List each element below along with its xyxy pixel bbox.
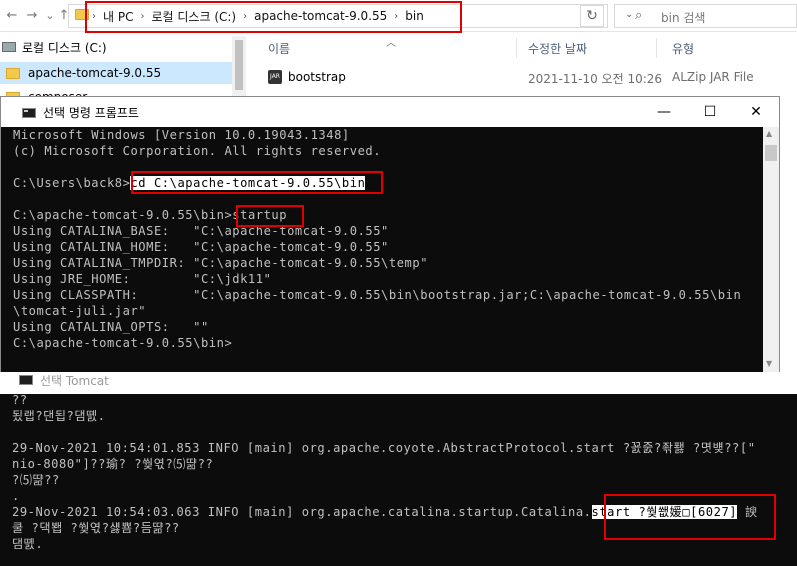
file-explorer-window: ← → ⌄ ↑ › 내 PC › 로컬 디스크 (C:) › apache-to… bbox=[0, 0, 797, 104]
file-modified: 2021-11-10 오전 10:26 bbox=[528, 72, 663, 86]
cmd-prompt: C:\Users\back8> bbox=[13, 176, 131, 190]
cmd-line: Using CATALINA_HOME: "C:\apache-tomcat-9… bbox=[13, 240, 389, 254]
address-highlight-box bbox=[85, 1, 462, 33]
startup-command-highlight-box bbox=[236, 205, 304, 227]
cmd-prompt: C:\apache-tomcat-9.0.55\bin> bbox=[13, 208, 233, 222]
console-icon bbox=[19, 375, 33, 385]
tomcat-line: 됬랩?댄됩?댐똀. bbox=[12, 409, 106, 423]
nav-item-tomcat[interactable]: apache-tomcat-9.0.55 bbox=[0, 62, 232, 84]
scroll-down-icon[interactable]: ▼ bbox=[766, 359, 772, 368]
column-header-name[interactable]: 이름 bbox=[268, 40, 290, 57]
tomcat-line: ?? bbox=[12, 393, 28, 407]
cmd-line: (c) Microsoft Corporation. All rights re… bbox=[13, 144, 382, 158]
cmd-title-bar[interactable]: 선택 명령 프롬프트 — ☐ ✕ bbox=[1, 97, 779, 127]
column-divider[interactable] bbox=[656, 38, 657, 58]
console-icon bbox=[22, 108, 36, 118]
nav-pane-scrollbar[interactable] bbox=[232, 36, 246, 100]
tomcat-log-text: 29-Nov-2021 10:54:03.063 INFO [main] org… bbox=[12, 505, 592, 519]
nav-item-label: 로컬 디스크 (C:) bbox=[22, 40, 107, 55]
nav-item-label: apache-tomcat-9.0.55 bbox=[28, 66, 162, 80]
file-name: bootstrap bbox=[288, 70, 346, 84]
minimize-icon[interactable]: — bbox=[641, 101, 687, 123]
column-header-type[interactable]: 유형 bbox=[672, 40, 694, 57]
search-placeholder: bin 검색 bbox=[661, 11, 706, 25]
address-row: ← → ⌄ ↑ › 내 PC › 로컬 디스크 (C:) › apache-to… bbox=[0, 0, 797, 33]
cmd-line: Using JRE_HOME: "C:\jdk11" bbox=[13, 272, 272, 286]
tomcat-title-bar[interactable]: 선택 Tomcat bbox=[0, 372, 797, 394]
cd-command-highlight-box bbox=[131, 171, 383, 194]
startup-time-highlight-box bbox=[604, 494, 776, 540]
tomcat-line: 29-Nov-2021 10:54:01.853 INFO [main] org… bbox=[12, 441, 756, 455]
column-header-modified[interactable]: 수정한 날짜 bbox=[528, 40, 587, 57]
tomcat-line: ?⑸땲?? bbox=[12, 473, 60, 487]
cmd-window-title: 선택 명령 프롬프트 bbox=[43, 106, 139, 120]
search-icon: ⌕ bbox=[635, 8, 643, 23]
cmd-line: Using CLASSPATH: "C:\apache-tomcat-9.0.5… bbox=[13, 288, 742, 302]
back-arrow-icon[interactable]: ← bbox=[2, 6, 22, 26]
scroll-up-icon[interactable]: ▲ bbox=[766, 129, 772, 138]
tomcat-line: nio-8080"]??瑜? ?쒖엯?⑸땲?? bbox=[12, 457, 214, 471]
drive-icon bbox=[2, 42, 16, 52]
refresh-icon[interactable]: ↻ bbox=[580, 5, 604, 27]
tomcat-line: . bbox=[12, 489, 20, 503]
cmd-line: \tomcat-juli.jar" bbox=[13, 304, 147, 318]
maximize-icon[interactable]: ☐ bbox=[687, 101, 733, 123]
search-input[interactable]: ⌕ bin 검색 bbox=[614, 4, 797, 28]
jar-file-icon: JAR bbox=[268, 70, 282, 84]
cmd-line: Using CATALINA_BASE: "C:\apache-tomcat-9… bbox=[13, 224, 389, 238]
file-list-header: 이름 ︿ 수정한 날짜 유형 bbox=[246, 36, 797, 60]
navigation-pane: 로컬 디스크 (C:) apache-tomcat-9.0.55 compose… bbox=[0, 36, 232, 104]
folder-icon bbox=[6, 67, 20, 79]
cmd-output[interactable]: Microsoft Windows [Version 10.0.19043.13… bbox=[1, 127, 763, 375]
file-type: ALZip JAR File bbox=[672, 70, 754, 84]
cmd-line: C:\apache-tomcat-9.0.55\bin> bbox=[13, 336, 233, 350]
command-prompt-window[interactable]: 선택 명령 프롬프트 — ☐ ✕ Microsoft Windows [Vers… bbox=[0, 96, 780, 376]
cmd-scrollbar[interactable]: ▲ ▼ bbox=[763, 127, 779, 375]
close-icon[interactable]: ✕ bbox=[733, 101, 779, 123]
file-row[interactable]: JAR bootstrap 2021-11-10 오전 10:26 ALZip … bbox=[246, 66, 797, 88]
cmd-line: Microsoft Windows [Version 10.0.19043.13… bbox=[13, 128, 350, 142]
tomcat-scrollbar[interactable] bbox=[781, 394, 797, 566]
tomcat-line: 댐똀. bbox=[12, 537, 44, 551]
tomcat-console-window[interactable]: 선택 Tomcat ?? 됬랩?댄됩?댐똀. 29-Nov-2021 10:54… bbox=[0, 372, 797, 566]
cmd-line: Using CATALINA_TMPDIR: "C:\apache-tomcat… bbox=[13, 256, 429, 270]
column-divider[interactable] bbox=[516, 38, 517, 58]
forward-arrow-icon[interactable]: → bbox=[22, 6, 42, 26]
scrollbar-thumb[interactable] bbox=[765, 145, 777, 161]
tomcat-window-title: 선택 Tomcat bbox=[40, 374, 109, 388]
scrollbar-thumb[interactable] bbox=[235, 40, 243, 90]
tomcat-line: 쿨 ?댁봽 ?쒖엯?섏뿀?듬땲?? bbox=[12, 521, 180, 535]
cmd-line: Using CATALINA_OPTS: "" bbox=[13, 320, 209, 334]
sort-ascending-icon: ︿ bbox=[386, 38, 396, 49]
nav-item-local-disk[interactable]: 로컬 디스크 (C:) bbox=[0, 36, 232, 58]
